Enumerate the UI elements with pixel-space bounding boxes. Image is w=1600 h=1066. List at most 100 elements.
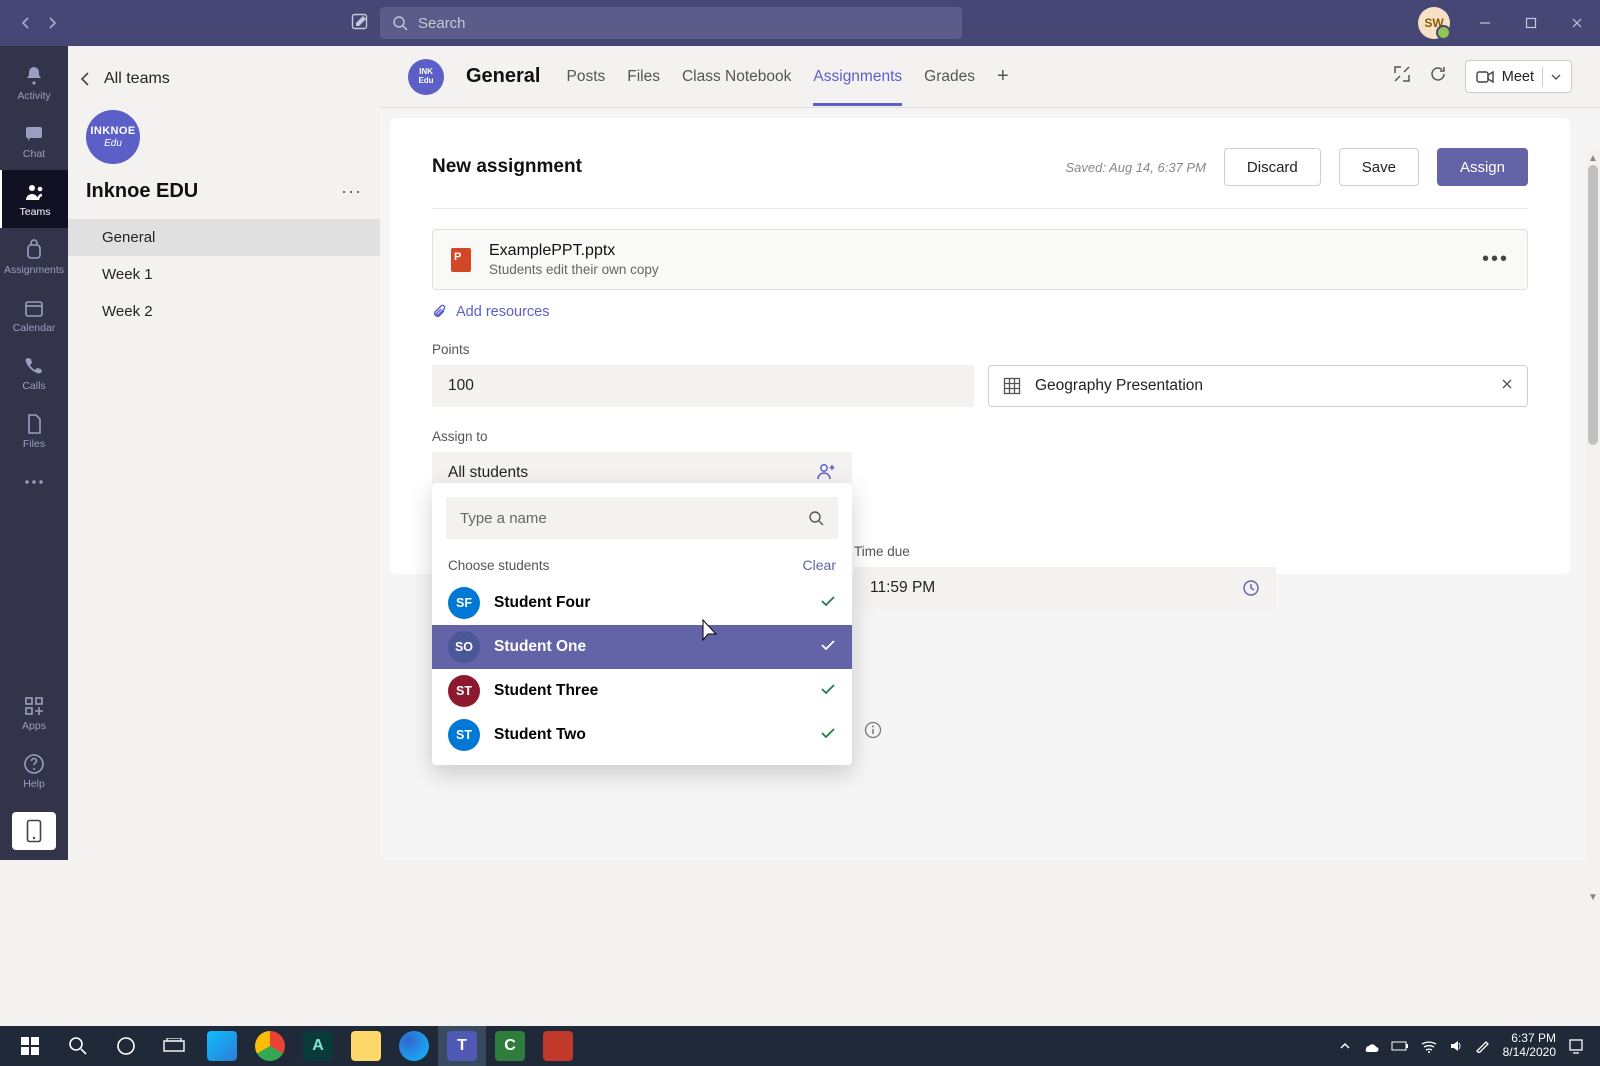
window-minimize[interactable]	[1462, 0, 1508, 46]
teams-icon	[23, 180, 47, 204]
student-avatar: SF	[448, 587, 480, 619]
tab-files[interactable]: Files	[627, 48, 660, 106]
file-icon	[22, 412, 46, 436]
rail-more[interactable]	[0, 464, 68, 500]
student-row[interactable]: SF Student Four	[432, 581, 852, 625]
titlebar: Search SW	[0, 0, 1600, 46]
scroll-down-arrow[interactable]: ▼	[1586, 890, 1600, 904]
rail-apps[interactable]: Apps	[0, 684, 68, 742]
taskbar-explorer[interactable]	[342, 1026, 390, 1066]
assignment-title: New assignment	[432, 156, 582, 178]
nav-forward[interactable]	[44, 15, 60, 31]
taskbar-chrome[interactable]	[246, 1026, 294, 1066]
tray-chevron-icon[interactable]	[1339, 1040, 1351, 1052]
taskbar: A T C 6:37 PM 8/14/2020	[0, 1026, 1600, 1066]
rail-calendar[interactable]: Calendar	[0, 286, 68, 344]
meet-button[interactable]: Meet	[1465, 60, 1572, 93]
rubric-chip[interactable]: Geography Presentation	[988, 365, 1528, 407]
tray-ink-icon[interactable]	[1475, 1039, 1491, 1053]
tray-volume-icon[interactable]	[1449, 1039, 1463, 1053]
check-icon	[820, 726, 836, 744]
tab-class-notebook[interactable]: Class Notebook	[682, 48, 791, 106]
assign-button[interactable]: Assign	[1437, 148, 1528, 186]
channel-week2[interactable]: Week 2	[68, 293, 380, 330]
add-tab[interactable]: +	[997, 65, 1009, 88]
student-row[interactable]: ST Student Three	[432, 669, 852, 713]
scrollbar[interactable]: ▲ ▼	[1586, 151, 1600, 904]
rubric-remove[interactable]	[1501, 377, 1513, 395]
picker-clear[interactable]: Clear	[803, 557, 836, 573]
picker-search[interactable]: Type a name	[446, 497, 838, 539]
info-icon[interactable]	[864, 721, 882, 744]
student-avatar: ST	[448, 719, 480, 751]
discard-button[interactable]: Discard	[1224, 148, 1321, 186]
rail-files[interactable]: Files	[0, 402, 68, 460]
user-avatar[interactable]: SW	[1418, 7, 1450, 39]
student-avatar: SO	[448, 631, 480, 663]
grid-icon	[1003, 377, 1021, 395]
team-more[interactable]: ···	[341, 181, 362, 202]
apps-icon	[22, 694, 46, 718]
scroll-thumb[interactable]	[1588, 165, 1598, 445]
tray-wifi-icon[interactable]	[1421, 1039, 1437, 1053]
chevron-down-icon	[1551, 74, 1561, 80]
tray-clock[interactable]: 6:37 PM 8/14/2020	[1503, 1032, 1556, 1060]
taskbar-teams[interactable]: T	[438, 1026, 486, 1066]
scroll-up-arrow[interactable]: ▲	[1586, 151, 1600, 165]
rail-activity[interactable]: Activity	[0, 54, 68, 112]
team-sidebar: All teams INKNOE Edu Inknoe EDU ··· Gene…	[68, 46, 380, 860]
attachment-filename: ExamplePPT.pptx	[489, 242, 659, 260]
taskbar-search[interactable]	[54, 1026, 102, 1066]
time-due-input[interactable]: 11:59 PM	[854, 567, 1276, 609]
channel-general[interactable]: General	[68, 219, 380, 256]
window-maximize[interactable]	[1508, 0, 1554, 46]
rail-teams[interactable]: Teams	[0, 170, 68, 228]
channel-week1[interactable]: Week 1	[68, 256, 380, 293]
rail-mobile[interactable]	[12, 812, 56, 850]
attachment-row[interactable]: ExamplePPT.pptx Students edit their own …	[432, 229, 1528, 290]
student-row[interactable]: SO Student One	[432, 625, 852, 669]
taskbar-taskview[interactable]	[150, 1026, 198, 1066]
taskbar-edge[interactable]	[198, 1026, 246, 1066]
tab-grades[interactable]: Grades	[924, 48, 975, 106]
start-button[interactable]	[6, 1026, 54, 1066]
add-person-icon[interactable]	[816, 462, 836, 485]
taskbar-cortana[interactable]	[102, 1026, 150, 1066]
channel-logo: INKEdu	[408, 59, 444, 95]
cursor-icon	[700, 619, 718, 641]
rail-chat[interactable]: Chat	[0, 112, 68, 170]
add-resources-link[interactable]: Add resources	[432, 304, 1528, 320]
tab-posts[interactable]: Posts	[566, 48, 605, 106]
back-all-teams[interactable]: All teams	[68, 46, 380, 88]
expand-icon[interactable]	[1393, 65, 1411, 88]
points-input[interactable]: 100	[432, 365, 974, 407]
taskbar-app[interactable]: A	[294, 1026, 342, 1066]
attachment-more[interactable]: •••	[1482, 248, 1509, 271]
tray-battery-icon[interactable]	[1391, 1039, 1409, 1053]
taskbar-camtasia[interactable]: C	[486, 1026, 534, 1066]
search-input[interactable]: Search	[380, 7, 962, 39]
rail-help[interactable]: Help	[0, 742, 68, 800]
help-icon	[22, 752, 46, 776]
save-button[interactable]: Save	[1339, 148, 1419, 186]
rail-assignments[interactable]: Assignments	[0, 228, 68, 286]
tray-notifications-icon[interactable]	[1568, 1038, 1584, 1054]
rail-calls[interactable]: Calls	[0, 344, 68, 402]
tray-onedrive-icon[interactable]	[1363, 1039, 1379, 1053]
nav-back[interactable]	[18, 15, 34, 31]
video-icon	[1476, 70, 1494, 84]
window-close[interactable]	[1554, 0, 1600, 46]
check-icon	[820, 638, 836, 656]
check-icon	[820, 682, 836, 700]
app-rail: Activity Chat Teams Assignments Calendar…	[0, 46, 68, 860]
compose-icon[interactable]	[350, 12, 372, 34]
tab-bar: INKEdu General Posts Files Class Noteboo…	[380, 46, 1600, 108]
reload-icon[interactable]	[1429, 65, 1447, 88]
mobile-icon	[26, 819, 42, 843]
taskbar-rec[interactable]	[534, 1026, 582, 1066]
team-logo[interactable]: INKNOE Edu	[86, 110, 140, 164]
tab-assignments[interactable]: Assignments	[813, 48, 902, 106]
taskbar-edge2[interactable]	[390, 1026, 438, 1066]
student-row[interactable]: ST Student Two	[432, 713, 852, 757]
assignment-card: New assignment Saved: Aug 14, 6:37 PM Di…	[390, 118, 1570, 574]
